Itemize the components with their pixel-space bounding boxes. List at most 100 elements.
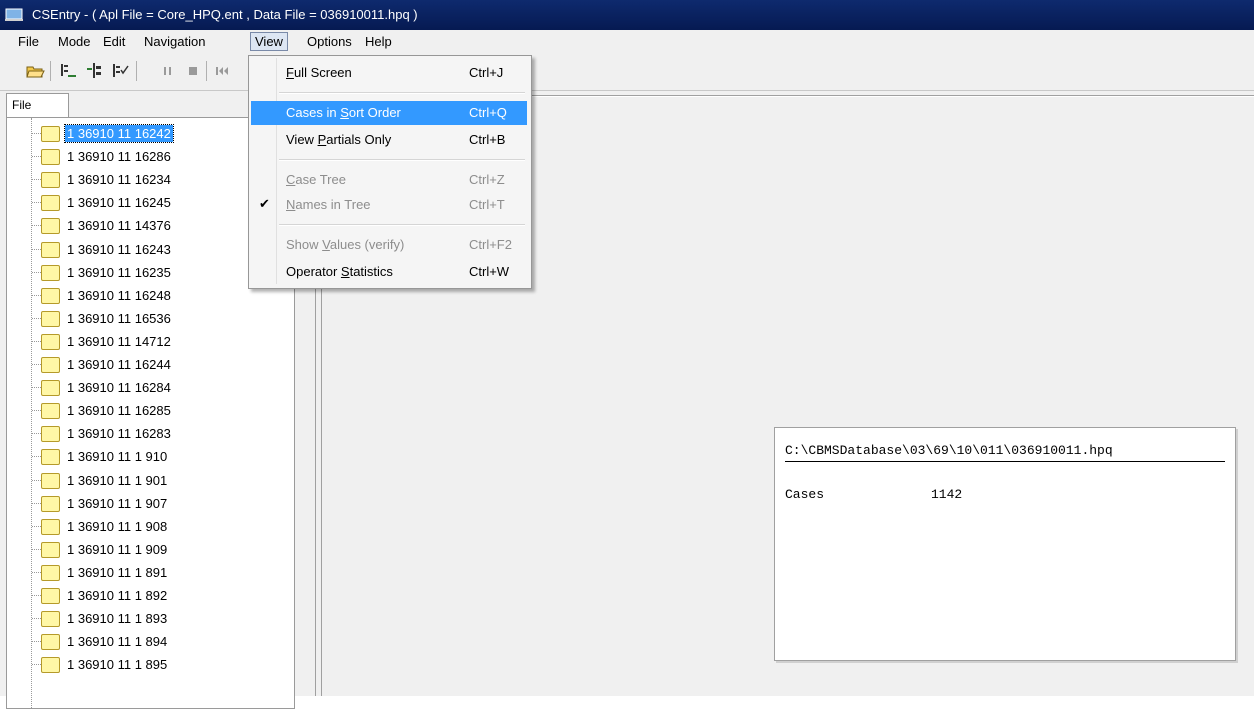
tree-connector <box>32 364 41 365</box>
tree-item-label: 1 36910 11 1 909 <box>67 541 168 557</box>
menu-item-label: Full Screen <box>286 65 352 80</box>
stop-icon[interactable] <box>183 61 203 81</box>
tree-item-label: 1 36910 11 16234 <box>67 172 171 188</box>
menu-item-label: Case Tree <box>286 172 346 187</box>
menu-options[interactable]: Options <box>303 33 356 50</box>
tree-item[interactable]: 1 36910 11 1 909 <box>7 538 294 561</box>
tree-connector <box>32 271 41 273</box>
menu-item-label: Operator Statistics <box>286 264 393 279</box>
menu-item-shortcut: Ctrl+W <box>469 264 510 279</box>
case-folder-icon <box>41 241 60 258</box>
menu-item-shortcut: Ctrl+Q <box>469 105 507 120</box>
tree-item-label: 1 36910 11 1 910 <box>67 449 168 465</box>
toolbar-separator <box>136 61 137 81</box>
tree-connector <box>32 502 41 504</box>
tree-item-label: 1 36910 11 16243 <box>67 241 171 257</box>
tree-connector <box>32 317 41 319</box>
data-file-path: C:\CBMSDatabase\03\69\10\011\036910011.h… <box>785 443 1225 462</box>
tree-item[interactable]: 1 36910 11 1 894 <box>7 630 294 653</box>
tree-connector <box>32 179 41 181</box>
tree-item[interactable]: 1 36910 11 1 895 <box>7 653 294 676</box>
tree-item[interactable]: 1 36910 11 1 891 <box>7 561 294 584</box>
tree-connector <box>32 433 41 435</box>
menu-item-shortcut: Ctrl+J <box>469 65 504 80</box>
tree-item-label: 1 36910 11 16245 <box>67 195 171 211</box>
verify-case-icon[interactable] <box>110 61 130 81</box>
menu-item-show-values[interactable]: Show Values (verify) Ctrl+F2 <box>251 233 527 257</box>
menu-bar: File Mode Edit Navigation View Options H… <box>0 30 1254 53</box>
tree-connector <box>32 133 41 134</box>
toolbar-separator <box>50 61 51 81</box>
menu-help[interactable]: Help <box>361 33 396 50</box>
tab-file[interactable]: File <box>6 93 69 118</box>
tree-item[interactable]: 1 36910 11 16536 <box>7 307 294 330</box>
first-record-icon[interactable] <box>212 61 232 81</box>
menu-item-label: Cases in Sort Order <box>286 105 401 120</box>
toolbar-separator <box>206 61 207 81</box>
tree-item-label: 1 36910 11 16283 <box>67 426 171 442</box>
tree-item[interactable]: 1 36910 11 1 901 <box>7 469 294 492</box>
menu-item-shortcut: Ctrl+Z <box>469 172 505 187</box>
menu-separator <box>279 159 525 161</box>
tree-connector <box>32 548 41 550</box>
case-folder-icon <box>41 611 60 628</box>
menu-item-full-screen[interactable]: Full Screen Ctrl+J <box>251 61 527 85</box>
tree-connector <box>32 595 41 596</box>
tree-item-label: 1 36910 11 16284 <box>67 380 171 396</box>
tree-item-label: 1 36910 11 16244 <box>67 357 171 372</box>
menu-item-shortcut: Ctrl+B <box>469 132 506 147</box>
menu-item-names-in-tree[interactable]: ✔ Names in Tree Ctrl+T <box>251 193 527 217</box>
tree-item-label: 1 36910 11 14712 <box>67 333 171 349</box>
tree-connector <box>32 618 41 620</box>
menu-item-view-partials-only[interactable]: View Partials Only Ctrl+B <box>251 128 527 152</box>
view-menu-dropdown: Full Screen Ctrl+J Cases in Sort Order Ctrl… <box>248 55 532 289</box>
tree-item[interactable]: 1 36910 11 1 893 <box>7 607 294 630</box>
window-title: CSEntry - ( Apl File = Core_HPQ.ent , Da… <box>32 7 418 22</box>
menu-navigation[interactable]: Navigation <box>140 33 209 50</box>
tree-item[interactable]: 1 36910 11 1 907 <box>7 492 294 515</box>
tab-file-label: File <box>12 98 32 112</box>
case-folder-icon <box>41 172 60 189</box>
tree-item[interactable]: 1 36910 11 14712 <box>7 330 294 353</box>
tree-item[interactable]: 1 36910 11 1 908 <box>7 515 294 538</box>
case-folder-icon <box>41 195 60 212</box>
case-folder-icon <box>41 564 60 581</box>
tree-connector <box>32 225 41 227</box>
menu-separator <box>279 92 525 94</box>
tree-item-label: 1 36910 11 1 907 <box>67 495 168 511</box>
menu-item-shortcut: Ctrl+T <box>469 197 505 212</box>
insert-case-icon[interactable] <box>58 61 78 81</box>
case-folder-icon <box>41 426 60 443</box>
tree-item[interactable]: 1 36910 11 1 910 <box>7 445 294 468</box>
menu-item-label: Names in Tree <box>286 197 371 212</box>
tree-item[interactable]: 1 36910 11 1 892 <box>7 584 294 607</box>
pause-icon[interactable] <box>158 61 178 81</box>
menu-separator <box>279 224 525 226</box>
tree-connector <box>32 641 41 643</box>
menu-edit[interactable]: Edit <box>99 33 129 50</box>
menu-file[interactable]: File <box>14 33 43 50</box>
menu-item-case-tree[interactable]: Case Tree Ctrl+Z <box>251 168 527 192</box>
tree-item[interactable]: 1 36910 11 16285 <box>7 399 294 422</box>
tree-item[interactable]: 1 36910 11 16244 <box>7 353 294 376</box>
open-folder-icon[interactable] <box>25 61 45 81</box>
tree-item[interactable]: 1 36910 11 16283 <box>7 422 294 445</box>
tree-item-label: 1 36910 11 1 891 <box>67 564 168 580</box>
tree-item-label: 1 36910 11 14376 <box>67 218 171 234</box>
menu-item-cases-sort-order[interactable]: Cases in Sort Order Ctrl+Q <box>251 101 527 125</box>
case-folder-icon <box>41 472 60 489</box>
menu-item-operator-statistics[interactable]: Operator Statistics Ctrl+W <box>251 260 527 284</box>
menu-view[interactable]: View <box>250 32 288 51</box>
tree-connector <box>32 387 41 389</box>
tree-connector <box>32 294 41 296</box>
tree-item-label: 1 36910 11 16248 <box>67 287 171 303</box>
menu-mode[interactable]: Mode <box>54 33 95 50</box>
case-folder-icon <box>41 403 60 420</box>
app-icon <box>5 8 23 21</box>
tree-item[interactable]: 1 36910 11 16284 <box>7 376 294 399</box>
case-folder-icon <box>41 541 60 558</box>
tree-connector <box>32 479 41 481</box>
tree-item-label: 1 36910 11 1 895 <box>67 657 168 673</box>
menu-item-label: View Partials Only <box>286 132 392 147</box>
add-node-icon[interactable] <box>84 61 104 81</box>
